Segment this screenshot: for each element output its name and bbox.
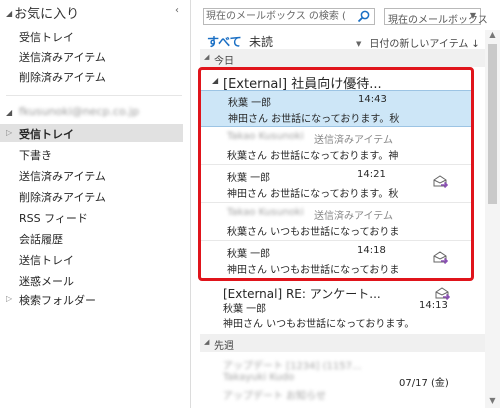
message-folder: 送信済みアイテム [314,135,393,146]
message-sender: Takao Kusunoki [227,131,304,142]
folder-conversation-history[interactable]: 会話履歴 [19,231,63,247]
message-item[interactable]: 秋葉 一郎 14:43 神田さん お世話になっております。秋 [200,90,473,127]
collapse-pane-icon[interactable]: ‹ [175,5,179,16]
expand-triangle-icon[interactable]: ◢ [6,108,12,117]
search-input[interactable] [206,10,346,23]
group-label-last-week: 先週 [214,341,234,352]
fav-sent-items[interactable]: 送信済みアイテム [19,49,106,65]
folder-outbox[interactable]: 送信トレイ [19,252,74,268]
filter-unread-tab[interactable]: 未読 [249,33,273,50]
message-time: 14:18 [357,245,386,256]
sort-control[interactable]: ▼ 日付の新しいアイテム ↓ [356,35,480,50]
account-name[interactable]: fkusunoki@necp.co.jp [19,105,139,118]
forwarded-icon [433,175,448,188]
filter-all-tab[interactable]: すべて [207,33,242,50]
chevron-down-icon[interactable]: ▼ [356,40,361,48]
folder-deleted-items[interactable]: 削除済みアイテム [19,189,106,205]
message-time: 14:13 [419,300,448,311]
expand-triangle-icon[interactable]: ▷ [6,128,12,137]
message-preview: 神田さん いつもお世話になっております。 [223,319,415,330]
fav-deleted-items[interactable]: 削除済みアイテム [19,69,106,85]
folder-drafts[interactable]: 下書き [19,147,52,163]
folder-sent-items[interactable]: 送信済みアイテム [19,168,106,184]
folder-search-folders[interactable]: 検索フォルダー [19,292,96,308]
folder-rss-feeds[interactable]: RSS フィード [19,210,88,226]
divider [6,95,182,96]
forwarded-icon [433,251,448,264]
message-sender: Takayuki Kudo [223,372,295,383]
search-scope-dropdown[interactable]: 現在のメールボックス ▼ [384,8,488,26]
expand-triangle-icon[interactable]: ▷ [6,294,12,303]
collapse-triangle-icon[interactable]: ◢ [212,76,218,85]
favorites-label: お気に入り [14,7,80,22]
message-preview: アップデート お知らせ [223,391,326,402]
message-sender: 秋葉 一郎 [227,249,271,260]
message-time: 14:43 [358,94,387,105]
group-label-today: 今日 [214,56,234,67]
message-item[interactable]: 秋葉 一郎 14:18 神田さん いつもお世話になっておりま [200,242,473,279]
message-preview: 神田さん お世話になっております。秋 [227,189,399,200]
favorites-header[interactable]: ◢ お気に入り [6,3,79,22]
message-item[interactable]: Takao Kusunoki 送信済みアイテム 秋葉さん お世話になっております… [200,128,473,165]
fav-inbox[interactable]: 受信トレイ [19,29,74,45]
expand-triangle-icon[interactable]: ◢ [6,9,12,18]
message-date: 07/17 (金) [399,378,449,389]
message-preview: 秋葉さん お世話になっております。神 [227,151,399,162]
scroll-down-arrow-icon[interactable]: ▼ [485,396,500,408]
scroll-up-arrow-icon[interactable]: ▲ [485,30,500,42]
message-sender: 秋葉 一郎 [228,98,272,109]
message-preview: 秋葉さん いつもお世話になっておりま [227,227,400,238]
forwarded-icon [435,287,450,300]
search-icon[interactable] [357,10,371,23]
chevron-down-icon: ▼ [469,11,476,20]
scrollbar-thumb[interactable] [488,44,497,204]
group-header-today[interactable]: ◢ 今日 [200,49,485,67]
message-sender: 秋葉 一郎 [223,304,267,315]
message-preview: 神田さん いつもお世話になっておりま [227,265,400,276]
message-sender: 秋葉 一郎 [227,173,271,184]
folder-pane: ◢ お気に入り ‹ 受信トレイ 送信済みアイテム 削除済みアイテム ◢ fkusu… [0,0,190,408]
search-box[interactable] [203,8,375,25]
message-item[interactable]: Takao Kusunoki 送信済みアイテム 秋葉さん いつもお世話になってお… [200,204,473,241]
collapse-triangle-icon[interactable]: ◢ [204,338,209,346]
message-item[interactable]: 秋葉 一郎 14:21 神田さん お世話になっております。秋 [200,166,473,203]
message-list-pane: 現在のメールボックス ▼ すべて 未読 ▼日付の新しいアイテム↓ ◢今日 ◢ [… [191,0,500,408]
message-preview: 神田さん お世話になっております。秋 [228,114,400,125]
folder-inbox[interactable]: 受信トレイ [19,126,74,142]
message-sender: Takao Kusunoki [227,207,304,218]
message-folder: 送信済みアイテム [314,211,393,222]
folder-junk-email[interactable]: 迷惑メール [19,273,74,289]
message-subject[interactable]: アップデート [1234] (1157... [223,357,362,372]
collapse-triangle-icon[interactable]: ◢ [204,53,209,61]
group-header-last-week[interactable]: ◢ 先週 [200,334,485,352]
message-time: 14:21 [357,169,386,180]
